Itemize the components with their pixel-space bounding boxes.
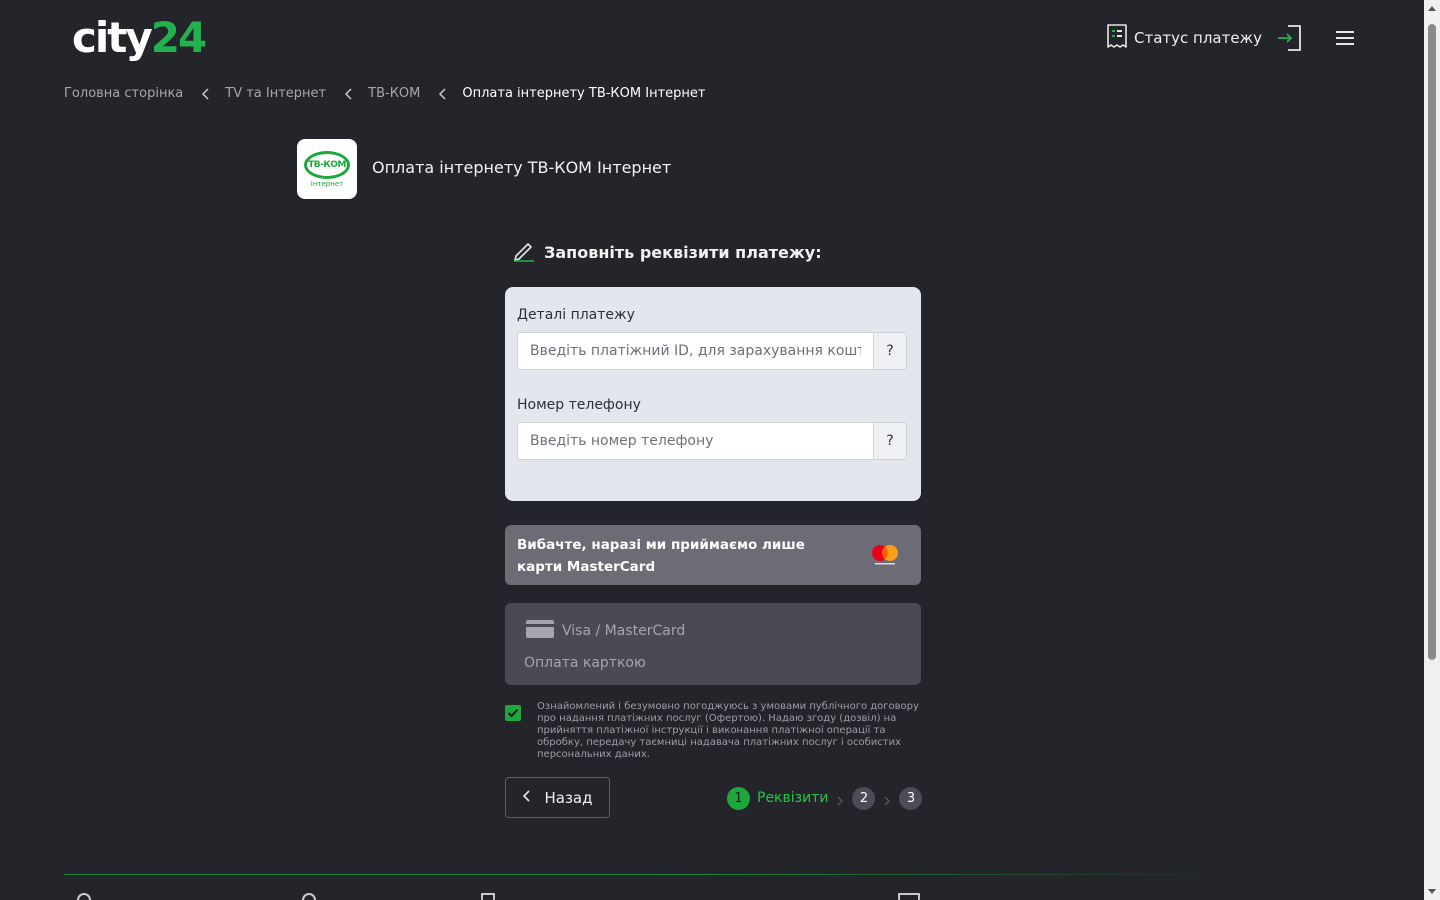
payment-details-card: Деталі платежу ? Номер телефону ? [505,287,921,501]
payment-id-label: Деталі платежу [517,307,635,323]
provider-logo: ТВ-КОМ Інтернет [297,139,357,199]
phone-input[interactable] [518,423,873,459]
hamburger-menu-icon[interactable] [1334,28,1356,48]
page-title: Оплата інтернету ТВ-КОМ Інтернет [372,158,672,177]
logo-text-city: city [72,13,153,62]
notice-text: Вибачте, наразі ми приймаємо лише карти … [517,537,805,575]
mastercard-icon [869,543,901,567]
city24-logo[interactable]: city24 [72,13,207,62]
step-2: 2 [852,786,876,810]
footer-icon[interactable] [77,893,91,900]
payment-id-help-button[interactable]: ? [873,333,906,369]
logo-text-24: 24 [150,13,207,62]
scroll-down-arrow-icon[interactable] [1428,889,1436,894]
payment-method-card[interactable]: Visa / MasterCard Оплата карткою [505,603,921,685]
step-3: 3 [899,786,923,810]
footer-icon[interactable] [898,893,920,900]
breadcrumb-item-tv-internet[interactable]: TV та Інтернет [225,86,326,101]
phone-field: ? [517,422,907,460]
credit-card-icon [526,620,554,642]
scroll-up-arrow-icon[interactable] [1428,6,1436,11]
chevron-left-icon [522,789,532,807]
chevron-right-icon [883,792,891,806]
checkmark-icon [507,708,519,718]
footer-icon[interactable] [481,893,495,900]
breadcrumb-item-home[interactable]: Головна сторінка [64,86,183,101]
footer-icon[interactable] [302,893,316,900]
breadcrumb-item-tvkom[interactable]: ТВ-КОМ [368,86,420,101]
pencil-icon [512,238,536,266]
payment-id-input[interactable] [518,333,873,369]
chevron-right-icon [836,792,844,806]
breadcrumb-current: Оплата інтернету ТВ-КОМ Інтернет [462,86,706,101]
chevron-left-icon [438,87,448,101]
agreement-checkbox[interactable] [505,705,521,721]
provider-logo-text: ТВ-КОМ [308,159,346,170]
back-button[interactable]: Назад [505,777,610,818]
agreement-text: Ознайомлений і безумовно погоджуюсь з ум… [537,701,919,760]
form-section-title-text: Заповніть реквізити платежу: [544,242,822,262]
payment-method-header: Visa / MasterCard [526,620,685,642]
mastercard-only-notice: Вибачте, наразі ми приймаємо лише карти … [505,525,921,585]
footer-icons-row [0,893,1424,900]
login-icon[interactable] [1276,24,1302,52]
payment-status-button[interactable]: Статус платежу [1106,24,1262,52]
phone-help-button[interactable]: ? [873,423,906,459]
footer-divider [64,874,1234,875]
chevron-left-icon [344,87,354,101]
payment-method-title: Visa / MasterCard [562,623,686,639]
phone-label: Номер телефону [517,397,641,413]
payment-id-field: ? [517,332,907,370]
page-scrollbar[interactable] [1424,0,1440,900]
step-1: 1 [727,786,750,810]
step-1-label: Реквізити [757,790,829,806]
step-indicator: 1 Реквізити 2 3 [727,786,923,810]
provider-logo-subtext: Інтернет [310,179,344,188]
receipt-icon [1106,23,1128,53]
breadcrumb: Головна сторінка TV та Інтернет ТВ-КОМ О… [64,86,705,101]
scroll-thumb[interactable] [1428,24,1436,660]
form-section-title: Заповніть реквізити платежу: [512,238,822,266]
payment-status-label: Статус платежу [1134,29,1262,47]
back-button-label: Назад [544,788,593,807]
chevron-left-icon [201,87,211,101]
payment-method-subtitle: Оплата карткою [524,655,646,671]
